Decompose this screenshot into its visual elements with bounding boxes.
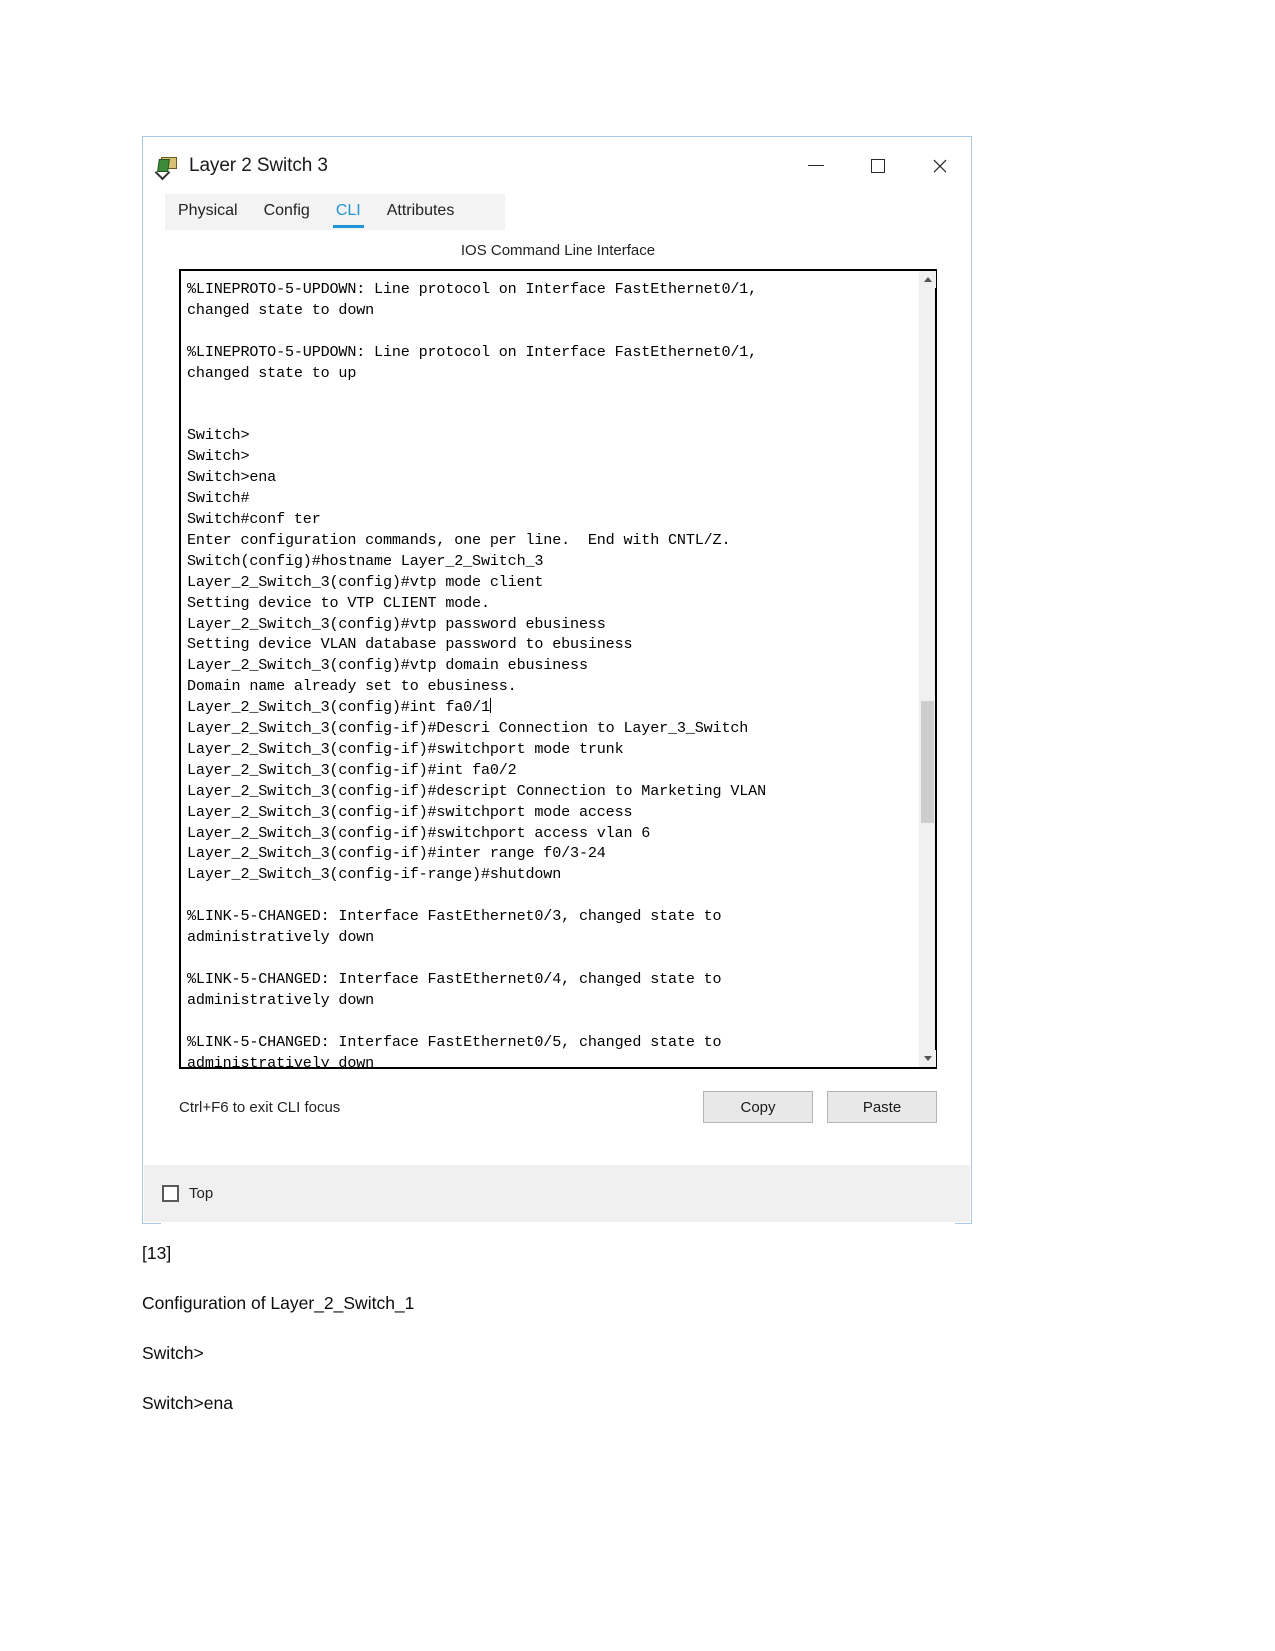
device-dialog-window: Layer 2 Switch 3 × Physical Config CLI A… bbox=[142, 136, 972, 1230]
maximize-button[interactable] bbox=[847, 144, 909, 188]
cli-panel-heading: IOS Command Line Interface bbox=[460, 242, 656, 259]
cli-vertical-scrollbar[interactable] bbox=[918, 271, 936, 1067]
window-bottom-bar: Top bbox=[144, 1165, 970, 1222]
tab-cli[interactable]: CLI bbox=[323, 194, 374, 230]
scrollbar-thumb[interactable] bbox=[921, 701, 934, 823]
cli-action-buttons: Copy Paste bbox=[703, 1091, 937, 1123]
tab-physical[interactable]: Physical bbox=[165, 194, 251, 230]
scroll-down-arrow-icon[interactable] bbox=[919, 1050, 936, 1067]
cli-output-text-continued: Layer_2_Switch_3(config-if)#Descri Conne… bbox=[187, 719, 767, 1067]
paste-button[interactable]: Paste bbox=[827, 1091, 937, 1123]
minimize-icon bbox=[808, 164, 824, 167]
tab-attributes-label: Attributes bbox=[386, 202, 455, 219]
tab-bar: Physical Config CLI Attributes bbox=[143, 194, 971, 230]
cli-focus-hint: Ctrl+F6 to exit CLI focus bbox=[179, 1098, 341, 1116]
window-controls: × bbox=[785, 137, 971, 194]
scroll-up-arrow-icon[interactable] bbox=[919, 271, 936, 288]
section-caption: Configuration of Layer_2_Switch_1 bbox=[142, 1293, 415, 1313]
config-line-1: Switch> bbox=[142, 1343, 204, 1363]
tab-attributes[interactable]: Attributes bbox=[374, 194, 468, 230]
document-body-text: [13] Configuration of Layer_2_Switch_1 S… bbox=[142, 1243, 1042, 1443]
minimize-button[interactable] bbox=[785, 144, 847, 188]
cli-terminal[interactable]: %LINEPROTO-5-UPDOWN: Line protocol on In… bbox=[181, 271, 918, 1067]
top-checkbox[interactable] bbox=[162, 1185, 179, 1202]
cli-terminal-container: %LINEPROTO-5-UPDOWN: Line protocol on In… bbox=[179, 269, 937, 1069]
cli-panel: IOS Command Line Interface %LINEPROTO-5-… bbox=[161, 230, 955, 1230]
tab-physical-label: Physical bbox=[178, 202, 238, 219]
figure-reference: [13] bbox=[142, 1243, 172, 1263]
window-titlebar: Layer 2 Switch 3 × bbox=[143, 137, 971, 194]
config-line-2: Switch>ena bbox=[142, 1393, 233, 1413]
close-icon: × bbox=[929, 151, 951, 180]
text-cursor bbox=[489, 698, 491, 714]
cli-footer: Ctrl+F6 to exit CLI focus Copy Paste bbox=[179, 1087, 937, 1127]
tab-cli-label: CLI bbox=[335, 202, 361, 219]
tab-config-label: Config bbox=[263, 202, 310, 219]
switch-device-icon bbox=[154, 155, 179, 180]
maximize-icon bbox=[871, 158, 885, 173]
copy-button[interactable]: Copy bbox=[703, 1091, 813, 1123]
window-title: Layer 2 Switch 3 bbox=[189, 154, 328, 176]
close-button[interactable]: × bbox=[909, 144, 971, 188]
tab-config[interactable]: Config bbox=[251, 194, 323, 230]
top-checkbox-label: Top bbox=[189, 1185, 214, 1202]
cli-output-text: %LINEPROTO-5-UPDOWN: Line protocol on In… bbox=[187, 280, 758, 717]
